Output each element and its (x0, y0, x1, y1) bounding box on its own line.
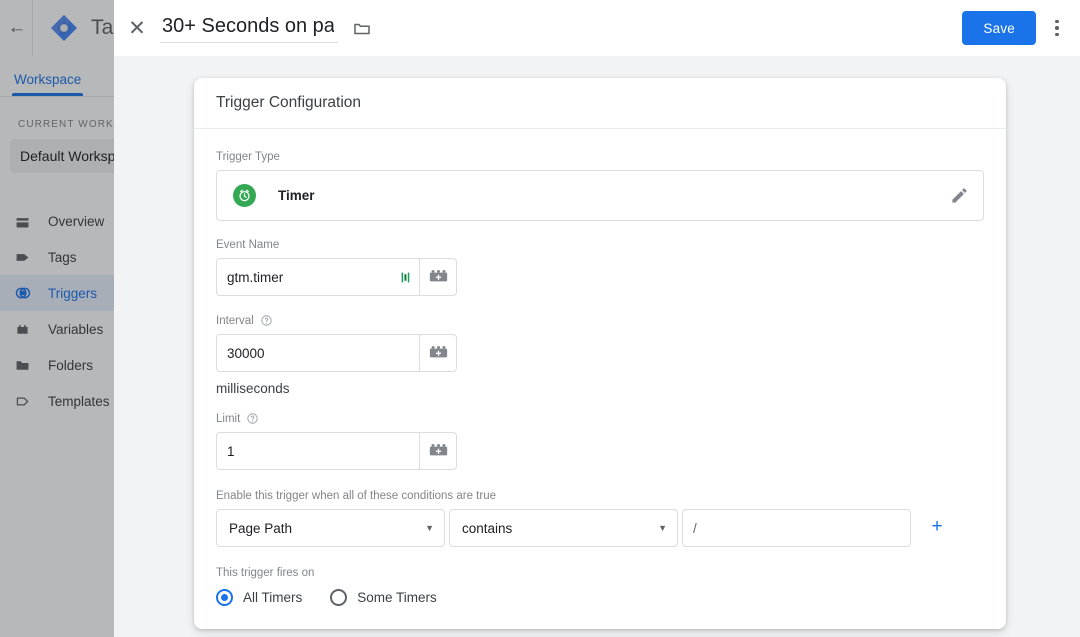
variable-inline-icon[interactable] (393, 258, 419, 296)
interval-unit-label: milliseconds (216, 381, 984, 396)
conditions-label: Enable this trigger when all of these co… (216, 490, 984, 502)
condition-operator-value: contains (462, 521, 512, 536)
limit-label: Limit (216, 412, 984, 425)
save-button[interactable]: Save (962, 11, 1036, 45)
trigger-configuration-card: Trigger Configuration Trigger Type Timer (194, 78, 1006, 629)
condition-operator-select[interactable]: contains ▼ (449, 509, 678, 547)
trigger-edit-dialog: ✕ Save Trigger Configuration Trigge (114, 0, 1080, 637)
radio-label: Some Timers (357, 590, 437, 605)
interval-label: Interval (216, 314, 984, 327)
interval-input[interactable] (216, 334, 419, 372)
trigger-type-name: Timer (278, 188, 315, 203)
event-name-label: Event Name (216, 239, 984, 251)
help-circle-icon[interactable] (260, 314, 273, 327)
condition-variable-value: Page Path (229, 521, 292, 536)
help-circle-icon[interactable] (246, 412, 259, 425)
condition-variable-select[interactable]: Page Path ▼ (216, 509, 445, 547)
card-title: Trigger Configuration (194, 78, 1006, 129)
trigger-name-input[interactable] (160, 14, 338, 43)
modal-scrim[interactable] (0, 0, 114, 637)
condition-value-input[interactable] (682, 509, 911, 547)
chevron-down-icon: ▼ (425, 523, 434, 533)
interval-label-text: Interval (216, 315, 254, 327)
limit-input[interactable] (216, 432, 419, 470)
chevron-down-icon: ▼ (658, 523, 667, 533)
trigger-title-group (160, 14, 372, 43)
folder-outline-icon[interactable] (352, 18, 372, 38)
interval-group (216, 334, 457, 372)
limit-group (216, 432, 457, 470)
pencil-edit-icon[interactable] (950, 186, 969, 205)
close-icon[interactable]: ✕ (114, 18, 160, 39)
event-name-input[interactable] (216, 258, 393, 296)
radio-circle-selected (216, 589, 233, 606)
radio-some-timers[interactable]: Some Timers (330, 589, 437, 606)
more-vertical-icon[interactable] (1036, 20, 1078, 37)
limit-label-text: Limit (216, 413, 240, 425)
variable-picker-icon[interactable] (419, 334, 457, 372)
radio-all-timers[interactable]: All Timers (216, 589, 302, 606)
variable-picker-icon[interactable] (419, 258, 457, 296)
condition-row: Page Path ▼ contains ▼ + (216, 509, 984, 547)
plus-icon[interactable]: + (927, 518, 947, 538)
radio-label: All Timers (243, 590, 302, 605)
trigger-type-label: Trigger Type (216, 151, 984, 163)
variable-picker-icon[interactable] (419, 432, 457, 470)
fires-on-label: This trigger fires on (216, 567, 984, 579)
event-name-group (216, 258, 457, 296)
radio-circle (330, 589, 347, 606)
trigger-type-box[interactable]: Timer (216, 170, 984, 221)
dialog-header: ✕ Save (114, 0, 1080, 56)
fires-on-radio-group: All Timers Some Timers (216, 589, 984, 606)
timer-icon (233, 184, 256, 207)
card-body: Trigger Type Timer (194, 129, 1006, 606)
